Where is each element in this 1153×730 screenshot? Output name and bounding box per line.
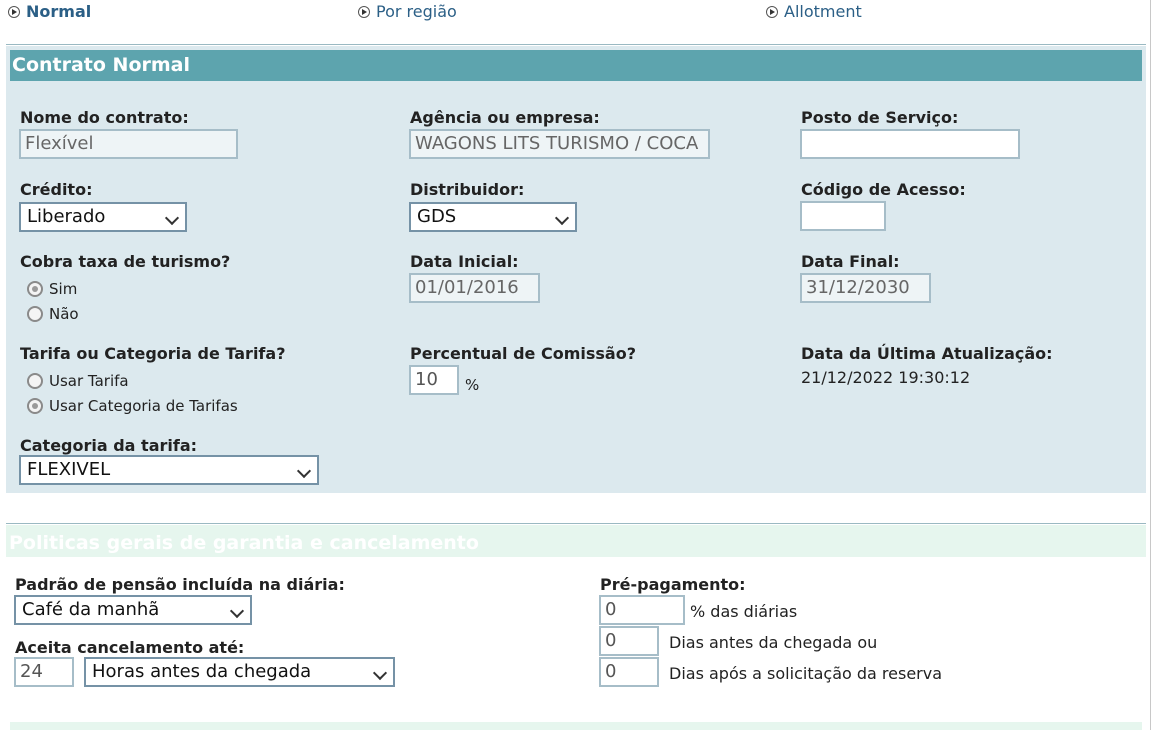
section-title-politicas: Politicas gerais de garantia e cancelame… xyxy=(6,525,1146,557)
chevron-down-icon xyxy=(296,463,312,479)
agencia-label: Agência ou empresa: xyxy=(410,108,600,127)
data-inicial-input[interactable]: 01/01/2016 xyxy=(409,273,540,303)
credito-select[interactable]: Liberado xyxy=(19,202,187,232)
radio-unselected-icon xyxy=(27,306,43,322)
radio-selected-icon xyxy=(27,281,43,297)
tab-allotment[interactable]: Allotment xyxy=(766,2,862,21)
agencia-input[interactable]: WAGONS LITS TURISMO / COCA xyxy=(409,129,710,159)
credito-label: Crédito: xyxy=(20,180,93,199)
taxa-nao-radio[interactable]: Não xyxy=(27,305,79,323)
categoria-tarifa-label: Categoria da tarifa: xyxy=(20,436,198,455)
pensao-select-value: Café da manhã xyxy=(22,599,160,620)
usar-tarifa-label: Usar Tarifa xyxy=(49,372,129,390)
codigo-acesso-input[interactable] xyxy=(800,201,886,231)
pensao-select[interactable]: Café da manhã xyxy=(14,595,252,625)
play-circle-icon xyxy=(358,5,370,18)
comissao-label: Percentual de Comissão? xyxy=(410,344,636,363)
categoria-tarifa-select[interactable]: FLEXIVEL xyxy=(19,455,319,485)
pre-pagamento-dias-apos-input[interactable]: 0 xyxy=(599,657,659,687)
divider xyxy=(6,44,1146,45)
tab-normal-label: Normal xyxy=(26,2,92,21)
atualizacao-label: Data da Última Atualização: xyxy=(801,344,1053,363)
nome-contrato-input[interactable]: Flexível xyxy=(19,129,238,159)
cancelamento-unidade-select[interactable]: Horas antes da chegada xyxy=(84,657,395,687)
radio-selected-icon xyxy=(27,398,43,414)
chevron-down-icon xyxy=(554,210,570,226)
posto-servico-input[interactable] xyxy=(800,129,1020,159)
pre-pagamento-dias-apos-text: Dias após a solicitação da reserva xyxy=(669,664,943,683)
scrollbar-edge xyxy=(1150,0,1151,730)
chevron-down-icon xyxy=(372,665,388,681)
tab-normal[interactable]: Normal xyxy=(8,2,91,21)
taxa-sim-radio[interactable]: Sim xyxy=(27,280,77,298)
pre-pagamento-dias-antes-input[interactable]: 0 xyxy=(599,626,659,656)
nome-contrato-label: Nome do contrato: xyxy=(20,108,189,127)
comissao-input[interactable]: 10 xyxy=(409,365,459,395)
chevron-down-icon xyxy=(164,210,180,226)
credito-select-value: Liberado xyxy=(27,206,106,227)
taxa-sim-label: Sim xyxy=(49,280,78,298)
taxa-turismo-label: Cobra taxa de turismo? xyxy=(20,252,231,271)
next-section-header xyxy=(10,722,1142,730)
usar-categoria-radio[interactable]: Usar Categoria de Tarifas xyxy=(27,397,238,415)
comissao-unit: % xyxy=(465,376,480,394)
tab-por-regiao-label: Por região xyxy=(376,2,457,21)
pre-pagamento-percentual-input[interactable]: 0 xyxy=(599,595,685,625)
usar-categoria-label: Usar Categoria de Tarifas xyxy=(49,397,238,415)
cancelamento-horas-input[interactable]: 24 xyxy=(14,657,74,687)
atualizacao-value: 21/12/2022 19:30:12 xyxy=(801,368,971,387)
cancelamento-label: Aceita cancelamento até: xyxy=(15,638,245,657)
play-circle-icon xyxy=(766,5,778,18)
data-inicial-label: Data Inicial: xyxy=(410,252,519,271)
divider xyxy=(6,523,1146,524)
data-final-label: Data Final: xyxy=(801,252,900,271)
posto-servico-label: Posto de Serviço: xyxy=(801,108,959,127)
tab-por-regiao[interactable]: Por região xyxy=(358,2,457,21)
play-circle-icon xyxy=(8,5,20,18)
distribuidor-select-value: GDS xyxy=(417,206,457,227)
categoria-tarifa-value: FLEXIVEL xyxy=(27,459,111,480)
usar-tarifa-radio[interactable]: Usar Tarifa xyxy=(27,372,129,390)
section-title-contrato: Contrato Normal xyxy=(10,50,1142,81)
taxa-nao-label: Não xyxy=(49,305,79,323)
codigo-acesso-label: Código de Acesso: xyxy=(801,180,966,199)
tab-allotment-label: Allotment xyxy=(784,2,862,21)
distribuidor-select[interactable]: GDS xyxy=(409,202,577,232)
tarifa-label: Tarifa ou Categoria de Tarifa? xyxy=(20,344,286,363)
pre-pagamento-percentual-text: % das diárias xyxy=(690,602,798,621)
pre-pagamento-dias-antes-text: Dias antes da chegada ou xyxy=(669,633,878,652)
cancelamento-unidade-value: Horas antes da chegada xyxy=(92,661,312,682)
data-final-input[interactable]: 31/12/2030 xyxy=(800,273,931,303)
distribuidor-label: Distribuidor: xyxy=(410,180,525,199)
pensao-label: Padrão de pensão incluída na diária: xyxy=(15,575,345,594)
pre-pagamento-label: Pré-pagamento: xyxy=(600,575,746,594)
radio-unselected-icon xyxy=(27,373,43,389)
chevron-down-icon xyxy=(229,603,245,619)
